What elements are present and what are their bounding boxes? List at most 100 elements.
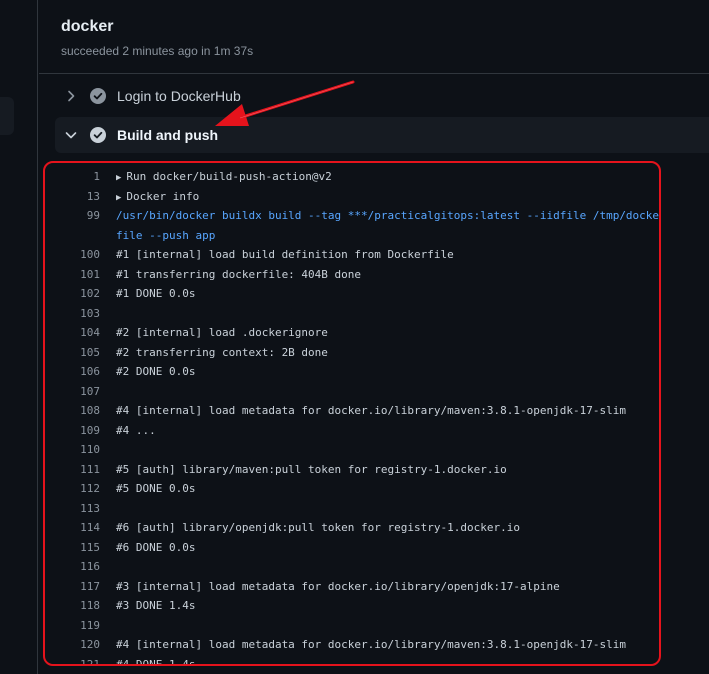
log-line: 110	[45, 440, 659, 460]
log-line: 1 ▶ Run docker/build-push-action@v2	[45, 167, 659, 187]
log-line: 102 #1 DONE 0.0s	[45, 284, 659, 304]
log-text: #2 DONE 0.0s	[116, 365, 196, 379]
log-line-number[interactable]: 111	[45, 463, 100, 476]
log-text: #3 DONE 1.4s	[116, 599, 196, 613]
job-header: docker succeeded 2 minutes ago in 1m 37s	[39, 0, 709, 74]
log-line: 113	[45, 499, 659, 519]
log-line-number[interactable]: 115	[45, 541, 100, 554]
log-line-number[interactable]: 106	[45, 365, 100, 378]
chevron-right-icon	[63, 88, 79, 104]
triangle-right-icon: ▶	[116, 192, 122, 203]
log-line: 109 #4 ...	[45, 421, 659, 441]
log-line-number[interactable]: 102	[45, 287, 100, 300]
log-text: #2 [internal] load .dockerignore	[116, 326, 328, 340]
log-line-number[interactable]: 118	[45, 599, 100, 612]
log-line: 103	[45, 304, 659, 324]
log-text: #5 DONE 0.0s	[116, 482, 196, 496]
log-output-highlight: 1 ▶ Run docker/build-push-action@v2 13 ▶ Dock…	[43, 161, 661, 666]
step-login-to-dockerhub[interactable]: Login to DockerHub	[55, 78, 709, 114]
log-text: #1 DONE 0.0s	[116, 287, 196, 301]
log-text: Docker info	[126, 189, 200, 203]
log-line: 114 #6 [auth] library/openjdk:pull token …	[45, 518, 659, 538]
log-text: #4 [internal] load metadata for docker.i…	[116, 638, 626, 652]
log-text: #2 transferring context: 2B done	[116, 345, 328, 359]
log-text: #4 ...	[116, 423, 156, 437]
log-text: #3 [internal] load metadata for docker.i…	[116, 579, 560, 593]
sidebar-selected-item[interactable]	[0, 97, 14, 135]
log-line-number[interactable]: 114	[45, 521, 100, 534]
log-line-text: #6 DONE 0.0s	[116, 541, 195, 554]
log-line-text: #4 ...	[116, 424, 156, 437]
log-line: 108 #4 [internal] load metadata for docke…	[45, 401, 659, 421]
log-line-text: #4 [internal] load metadata for docker.i…	[116, 638, 626, 651]
log-line-number[interactable]: 108	[45, 404, 100, 417]
log-line-number[interactable]: 120	[45, 638, 100, 651]
log-line-number[interactable]: 99	[45, 209, 100, 222]
log-line-text: #5 DONE 0.0s	[116, 482, 195, 495]
log-line-number[interactable]: 107	[45, 385, 100, 398]
log-line-number[interactable]: 13	[45, 190, 100, 203]
log-line: 119	[45, 616, 659, 636]
log-line: 121 #4 DONE 1.4s	[45, 655, 659, 664]
log-line: 111 #5 [auth] library/maven:pull token fo…	[45, 460, 659, 480]
log-line-number[interactable]: 116	[45, 560, 100, 573]
log-text: #6 [auth] library/openjdk:pull token for…	[116, 521, 520, 535]
log-line: 118 #3 DONE 1.4s	[45, 596, 659, 616]
log-line-number[interactable]: 1	[45, 170, 100, 183]
log-line: 99/usr/bin/docker buildx build --tag ***…	[45, 206, 659, 226]
log-line-text: /usr/bin/docker buildx build --tag ***/p…	[116, 209, 659, 222]
check-circle-icon	[90, 88, 106, 104]
log-line-text: #4 [internal] load metadata for docker.i…	[116, 404, 626, 417]
log-line: 101 #1 transferring dockerfile: 404B done	[45, 265, 659, 285]
log-line: 120 #4 [internal] load metadata for docke…	[45, 635, 659, 655]
log-line-text: #2 transferring context: 2B done	[116, 346, 328, 359]
step-label: Login to DockerHub	[117, 88, 241, 104]
check-circle-icon	[90, 127, 106, 143]
log-line-number[interactable]: 101	[45, 268, 100, 281]
job-status: succeeded 2 minutes ago in 1m 37s	[61, 44, 254, 58]
log-line-text: #4 DONE 1.4s	[116, 658, 195, 664]
log-line-number[interactable]: 119	[45, 619, 100, 632]
log-line: 104 #2 [internal] load .dockerignore	[45, 323, 659, 343]
log-line-number[interactable]: 117	[45, 580, 100, 593]
log-line-number[interactable]: 105	[45, 346, 100, 359]
log-line-text: #1 transferring dockerfile: 404B done	[116, 268, 361, 281]
log-line-number[interactable]: 121	[45, 658, 100, 664]
log-line-text: #2 DONE 0.0s	[116, 365, 195, 378]
log-text: #5 [auth] library/maven:pull token for r…	[116, 462, 507, 476]
log-line: 107	[45, 382, 659, 402]
log-text: Run docker/build-push-action@v2	[126, 170, 332, 184]
log-line-text: #5 [auth] library/maven:pull token for r…	[116, 463, 507, 476]
log-line: 100 #1 [internal] load build definition f…	[45, 245, 659, 265]
log-line-text: #1 DONE 0.0s	[116, 287, 195, 300]
log-text: #4 [internal] load metadata for docker.i…	[116, 404, 626, 418]
log-group-toggle[interactable]: ▶ Run docker/build-push-action@v2	[116, 170, 332, 183]
log-output[interactable]: 1 ▶ Run docker/build-push-action@v2 13 ▶ Dock…	[45, 167, 659, 664]
log-text: #6 DONE 0.0s	[116, 540, 196, 554]
log-group-toggle[interactable]: ▶ Docker info	[116, 190, 199, 203]
left-sidebar	[0, 0, 38, 674]
log-line-number[interactable]: 100	[45, 248, 100, 261]
log-line-number[interactable]: 103	[45, 307, 100, 320]
log-line-text: #3 [internal] load metadata for docker.i…	[116, 580, 560, 593]
log-line-number[interactable]: 113	[45, 502, 100, 515]
log-line: 116	[45, 557, 659, 577]
log-line: 105 #2 transferring context: 2B done	[45, 343, 659, 363]
log-line: file --push app	[45, 226, 659, 246]
log-line-text: #2 [internal] load .dockerignore	[116, 326, 328, 339]
chevron-down-icon	[63, 127, 79, 143]
log-line-number[interactable]: 109	[45, 424, 100, 437]
log-text: /usr/bin/docker buildx build --tag ***/p…	[116, 209, 659, 223]
log-line-number[interactable]: 104	[45, 326, 100, 339]
log-line: 13 ▶ Docker info	[45, 187, 659, 207]
step-build-and-push[interactable]: Build and push	[55, 117, 709, 153]
step-label: Build and push	[117, 127, 219, 143]
log-line-text: #6 [auth] library/openjdk:pull token for…	[116, 521, 520, 534]
log-line-number[interactable]: 110	[45, 443, 100, 456]
log-line: 115 #6 DONE 0.0s	[45, 538, 659, 558]
job-title: docker	[61, 18, 114, 35]
log-line-number[interactable]: 112	[45, 482, 100, 495]
log-text: #1 [internal] load build definition from…	[116, 248, 454, 262]
log-line-text: #3 DONE 1.4s	[116, 599, 195, 612]
log-line-text: #1 [internal] load build definition from…	[116, 248, 454, 261]
